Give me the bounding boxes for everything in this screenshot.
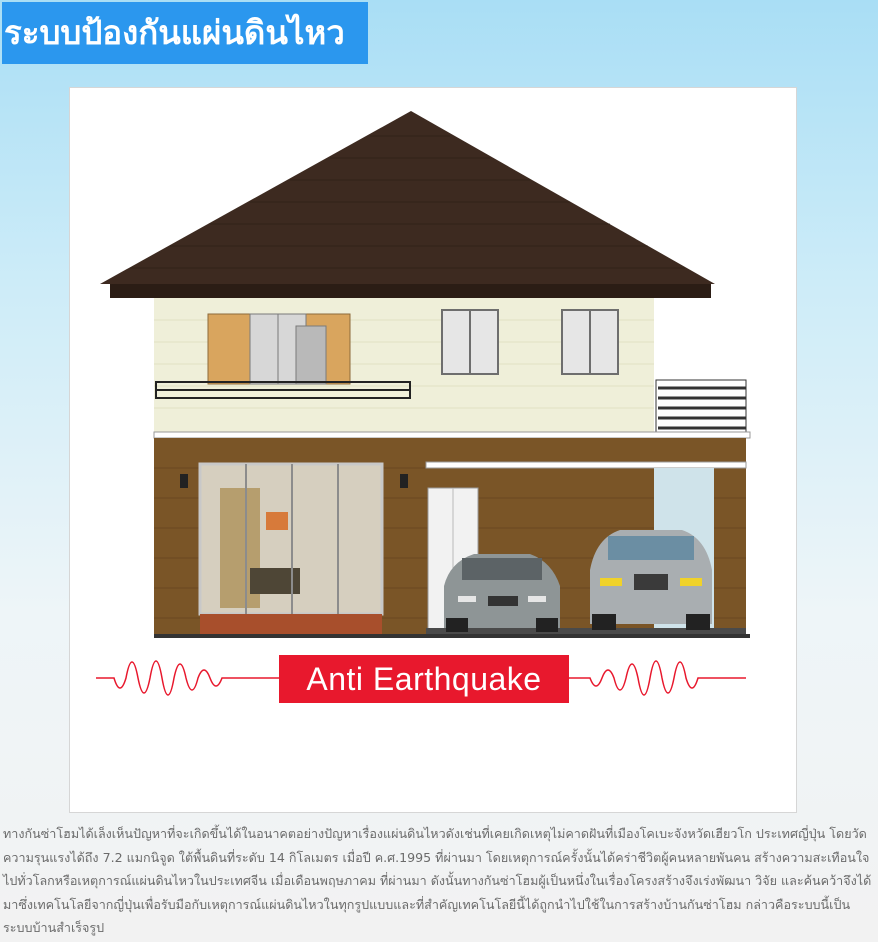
house-illustration: Anti Earthquake xyxy=(69,87,797,813)
page-title: ระบบป้องกันแผ่นดินไหว xyxy=(2,2,368,64)
anti-earthquake-badge: Anti Earthquake xyxy=(279,655,569,703)
car-left xyxy=(444,554,560,632)
house-drawing xyxy=(96,111,751,696)
article-body: ทางกันซ่าโฮมได้เล็งเห็นปัญหาที่จะเกิดขึ้… xyxy=(3,826,872,936)
roof xyxy=(100,111,715,284)
roof-eave xyxy=(110,284,711,298)
car-right xyxy=(590,530,712,630)
seismic-wave-right xyxy=(569,660,746,696)
seismic-wave-left xyxy=(96,660,279,696)
